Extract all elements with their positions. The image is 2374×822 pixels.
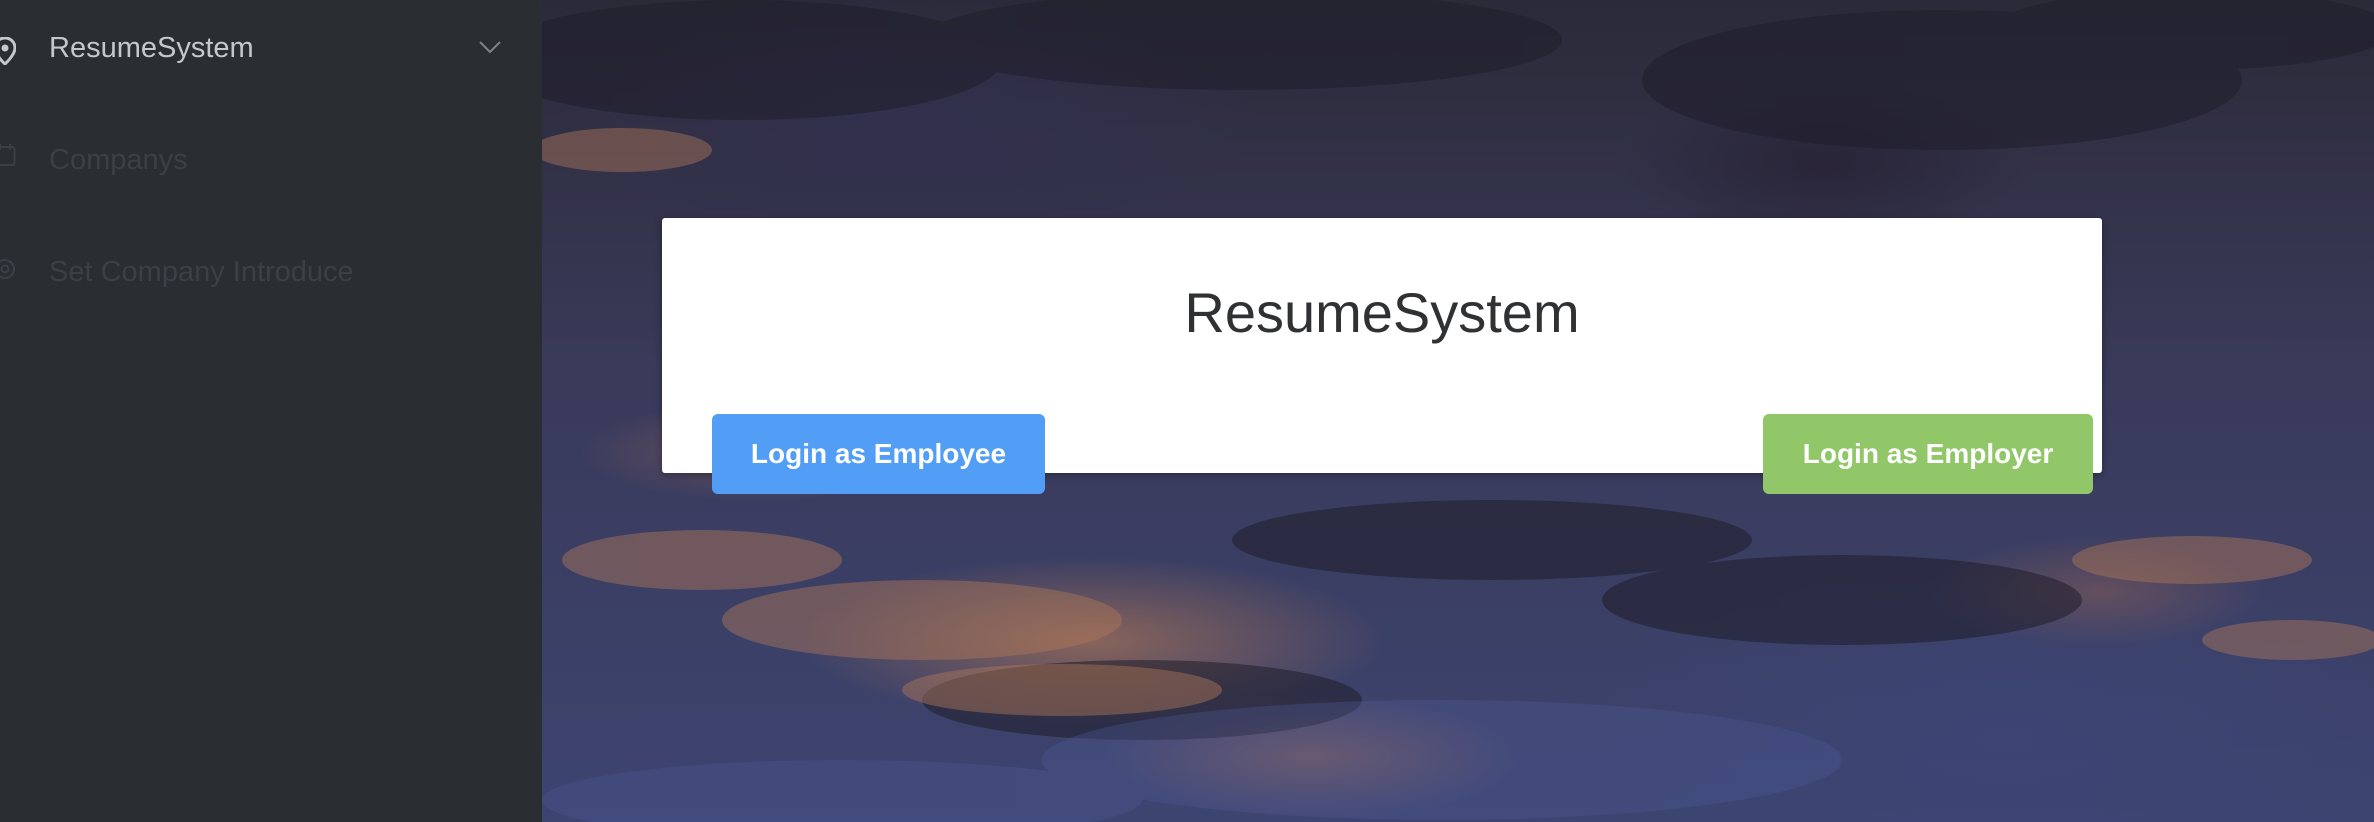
chevron-down-icon[interactable] — [478, 40, 502, 54]
sidebar-item-label: Set Company Introduce — [49, 256, 354, 288]
login-card-title: ResumeSystem — [1184, 281, 1580, 344]
sidebar-item-label: ResumeSystem — [49, 32, 254, 64]
main-background: ResumeSystem Login as Employee Login as … — [542, 0, 2374, 822]
settings-icon — [0, 254, 18, 284]
sidebar-item-set-company-introduce[interactable]: Set Company Introduce — [0, 212, 542, 324]
location-pin-icon — [0, 36, 18, 66]
login-card: ResumeSystem Login as Employee Login as … — [662, 218, 2102, 494]
sidebar-item-companys[interactable]: Companys — [0, 100, 542, 212]
sidebar-item-label: Companys — [49, 144, 188, 176]
calendar-icon — [0, 140, 18, 170]
app-root: ResumeSystem Companys Set Company Introd… — [0, 0, 2374, 822]
login-as-employer-button[interactable]: Login as Employer — [1763, 414, 2093, 494]
sidebar: ResumeSystem Companys Set Company Introd… — [0, 0, 542, 822]
login-as-employee-button[interactable]: Login as Employee — [712, 414, 1045, 494]
sidebar-item-resumesystem[interactable]: ResumeSystem — [0, 0, 542, 100]
